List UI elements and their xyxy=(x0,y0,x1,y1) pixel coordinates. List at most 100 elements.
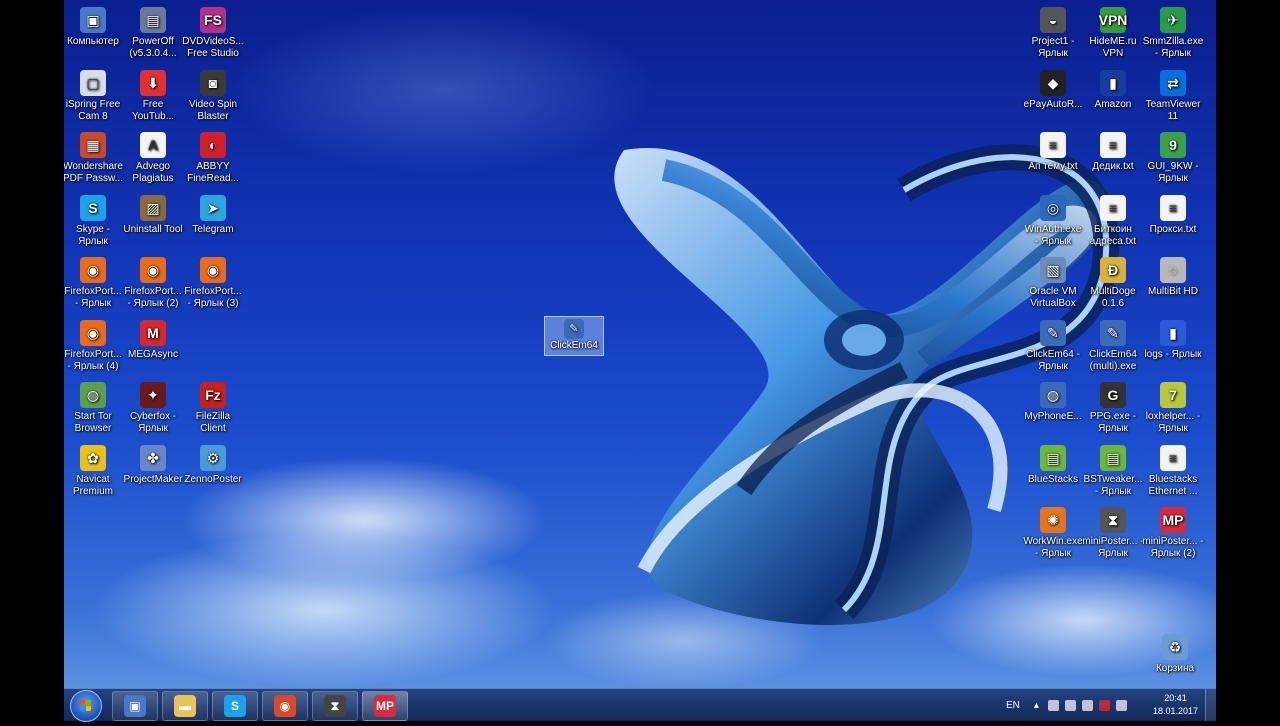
desktop-icon-label: miniPoster... - Ярлык xyxy=(1082,536,1144,559)
recycle-bin-icon: ♻ xyxy=(1162,634,1188,660)
desktop-icon[interactable]: ◉ FirefoxPort... - Ярлык (4) xyxy=(64,316,124,376)
desktop-icon[interactable]: ▦ Wondershare PDF Passw... xyxy=(64,128,124,188)
desktop-icon[interactable]: ▧ Oracle VM VirtualBox xyxy=(1022,253,1084,313)
desktop-icon[interactable]: ◎ WinAuth.exe - Ярлык xyxy=(1022,191,1084,251)
desktop-icon-label: SmmZilla.exe - Ярлык xyxy=(1142,36,1204,59)
desktop-icon-label: Дедик.txt xyxy=(1092,161,1134,172)
desktop-icon[interactable]: ▨ Uninstall Tool xyxy=(122,191,184,251)
desktop-icon[interactable]: ▤ BSTweaker... - Ярлык xyxy=(1082,441,1144,501)
desktop-icon[interactable]: S Skype - Ярлык xyxy=(64,191,124,251)
clock[interactable]: 20:41 18.01.2017 xyxy=(1153,692,1198,718)
desktop-icon[interactable]: ◐ ABBYY FineRead... xyxy=(182,128,244,188)
gui9kw-icon: 9 xyxy=(1160,132,1186,158)
desktop-icon-recycle-bin[interactable]: ♻ Корзина xyxy=(1144,630,1206,690)
tray-expand-icon[interactable]: ▴ xyxy=(1034,700,1039,711)
language-indicator[interactable]: EN xyxy=(1006,700,1020,711)
desktop-icon[interactable]: ⇄ TeamViewer 11 xyxy=(1142,66,1204,126)
desktop-icon[interactable]: ▮ Amazon xyxy=(1082,66,1144,126)
desktop-icon[interactable]: ✈ SmmZilla.exe - Ярлык xyxy=(1142,3,1204,63)
desktop-icon[interactable]: ⧗ miniPoster... - Ярлык xyxy=(1082,503,1144,563)
myphone-icon: ◍ xyxy=(1040,382,1066,408)
desktop-icon[interactable]: FS DVDVideoS... Free Studio xyxy=(182,3,244,63)
desktop-icon[interactable]: ⬇ Free YouTub... xyxy=(122,66,184,126)
desktop-icon-label: FirefoxPort... - Ярлык (4) xyxy=(64,348,122,372)
desktop-icon[interactable]: ◉ FirefoxPort... - Ярлык (3) xyxy=(182,253,244,313)
desktop-icon[interactable]: ◙ Video Spin Blaster xyxy=(182,66,244,126)
network-icon[interactable] xyxy=(1064,699,1076,711)
desktop-icon[interactable]: M MEGAsync xyxy=(122,316,184,376)
mega-tray-icon[interactable] xyxy=(1098,699,1110,711)
desktop-icon[interactable]: VPN HideME.ru VPN xyxy=(1082,3,1144,63)
desktop-icon[interactable]: MP miniPoster... - Ярлык (2) xyxy=(1142,503,1204,563)
virtualbox-icon: ▧ xyxy=(1040,257,1066,283)
desktop-icon-label: Skype - Ярлык xyxy=(76,223,110,247)
desktop-icon[interactable]: ▣ Компьютер xyxy=(64,3,124,63)
firefox-icon: ◉ xyxy=(140,257,166,283)
desktop-icon[interactable]: ⚙ ZennoPoster xyxy=(182,441,244,501)
desktop-icon[interactable]: ◉ FirefoxPort... - Ярлык (2) xyxy=(122,253,184,313)
flag-icon[interactable] xyxy=(1047,699,1059,711)
desktop-icon[interactable]: ≡ Биткоин адреса.txt xyxy=(1082,191,1144,251)
taskbar-button-miniposter[interactable]: MP xyxy=(362,691,408,721)
multibit-icon: ◌ xyxy=(1160,257,1186,283)
taskbar-button-skype[interactable]: S xyxy=(212,691,258,721)
volume-icon[interactable] xyxy=(1081,699,1093,711)
desktop-icon-clickem64-selected[interactable]: ✎ ClickEm64 xyxy=(544,316,604,356)
winauth-icon: ◎ xyxy=(1040,194,1066,221)
workwin-icon: ✺ xyxy=(1040,507,1066,533)
desktop-icon[interactable]: ▢ iSpring Free Cam 8 xyxy=(64,66,124,126)
desktop-icon[interactable]: A Advego Plagiatus xyxy=(122,128,184,188)
desktop-icon[interactable]: ◍ MyPhoneE... xyxy=(1022,378,1084,438)
desktop-icon[interactable]: ◆ ePayAutoR... xyxy=(1022,66,1084,126)
desktop-icon[interactable]: ≡ Ап темy.txt xyxy=(1022,128,1084,188)
bstweaker-icon: ▤ xyxy=(1100,444,1126,471)
desktop-icon[interactable]: ≡ Прокси.txt xyxy=(1142,191,1204,251)
start-button[interactable] xyxy=(70,690,102,722)
desktop-icon-label: DVDVideoS... Free Studio xyxy=(182,36,244,59)
text-file-icon: ≡ xyxy=(1160,444,1186,471)
desktop-icon-label: Прокси.txt xyxy=(1149,223,1197,235)
windows-logo-icon xyxy=(80,700,91,711)
desktop-icon[interactable]: ◉ FirefoxPort... - Ярлык xyxy=(64,253,124,313)
desktop-icon[interactable]: ≡ Bluestacks Ethernet ... xyxy=(1142,441,1204,501)
taskbar-button-hourglass[interactable]: ⧗ xyxy=(312,691,358,721)
skype-icon: S xyxy=(224,695,246,717)
show-desktop-button[interactable] xyxy=(1205,689,1216,721)
desktop-icon-label: loxhelper... - Ярлык xyxy=(1145,411,1201,434)
clickem-icon: ✎ xyxy=(564,319,584,339)
desktop-icon[interactable]: G PPG.exe - Ярлык xyxy=(1082,378,1144,438)
desktop-icon[interactable]: ✦ Cyberfox - Ярлык xyxy=(122,378,184,438)
desktop[interactable]: ▣ Компьютер ▤ PowerOff (v5.3.0.4... FS DVDVid… xyxy=(64,0,1216,720)
desktop-icon[interactable]: ≡ Дедик.txt xyxy=(1082,128,1144,188)
amazon-icon: ▮ xyxy=(1100,69,1126,96)
desktop-icon[interactable]: ◌ MultiBit HD xyxy=(1142,253,1204,313)
desktop-icon[interactable]: ✎ ClickEm64 - Ярлык xyxy=(1022,316,1084,376)
tor-icon: ◍ xyxy=(80,382,106,408)
desktop-icon[interactable]: ✺ WorkWin.exe - Ярлык xyxy=(1022,503,1084,563)
advego-icon: A xyxy=(140,132,166,158)
clickem-icon: ✎ xyxy=(1040,319,1066,346)
clock-time: 20:41 xyxy=(1164,693,1187,703)
desktop-icon-label: TeamViewer 11 xyxy=(1145,98,1201,122)
desktop-icon[interactable]: ➤ Telegram xyxy=(182,191,244,251)
desktop-icon[interactable]: ▮ logs - Ярлык xyxy=(1142,316,1204,376)
update-icon[interactable] xyxy=(1115,699,1127,711)
desktop-icon-label: PowerOff (v5.3.0.4... xyxy=(129,36,177,59)
desktop-icon[interactable]: Fz FileZilla Client xyxy=(182,378,244,438)
desktop-icon[interactable]: Ð MultiDoge 0.1.6 xyxy=(1082,253,1144,313)
desktop-icon[interactable]: ✤ ProjectMaker xyxy=(122,441,184,501)
desktop-icon[interactable]: 9 GUI_9KW - Ярлык xyxy=(1142,128,1204,188)
firefox-icon: ◉ xyxy=(200,257,226,283)
desktop-icon[interactable]: ✿ Navicat Premium xyxy=(64,441,124,501)
taskbar-button-computer[interactable]: ▣ xyxy=(112,691,158,721)
uninstall-icon: ▨ xyxy=(140,194,166,221)
desktop-icon[interactable]: 7 loxhelper... - Ярлык xyxy=(1142,378,1204,438)
desktop-icon[interactable]: ◒ Project1 - Ярлык xyxy=(1022,3,1084,63)
taskbar-button-chrome[interactable]: ◉ xyxy=(262,691,308,721)
desktop-icon[interactable]: ✎ ClickEm64 (multi).exe xyxy=(1082,316,1144,376)
miniposter-icon: MP xyxy=(374,695,396,717)
taskbar-button-explorer[interactable]: ▬ xyxy=(162,691,208,721)
desktop-icon[interactable]: ◍ Start Tor Browser xyxy=(64,378,124,438)
desktop-icon[interactable]: ▤ PowerOff (v5.3.0.4... xyxy=(122,3,184,63)
desktop-icon[interactable]: ▤ BlueStacks xyxy=(1022,441,1084,501)
